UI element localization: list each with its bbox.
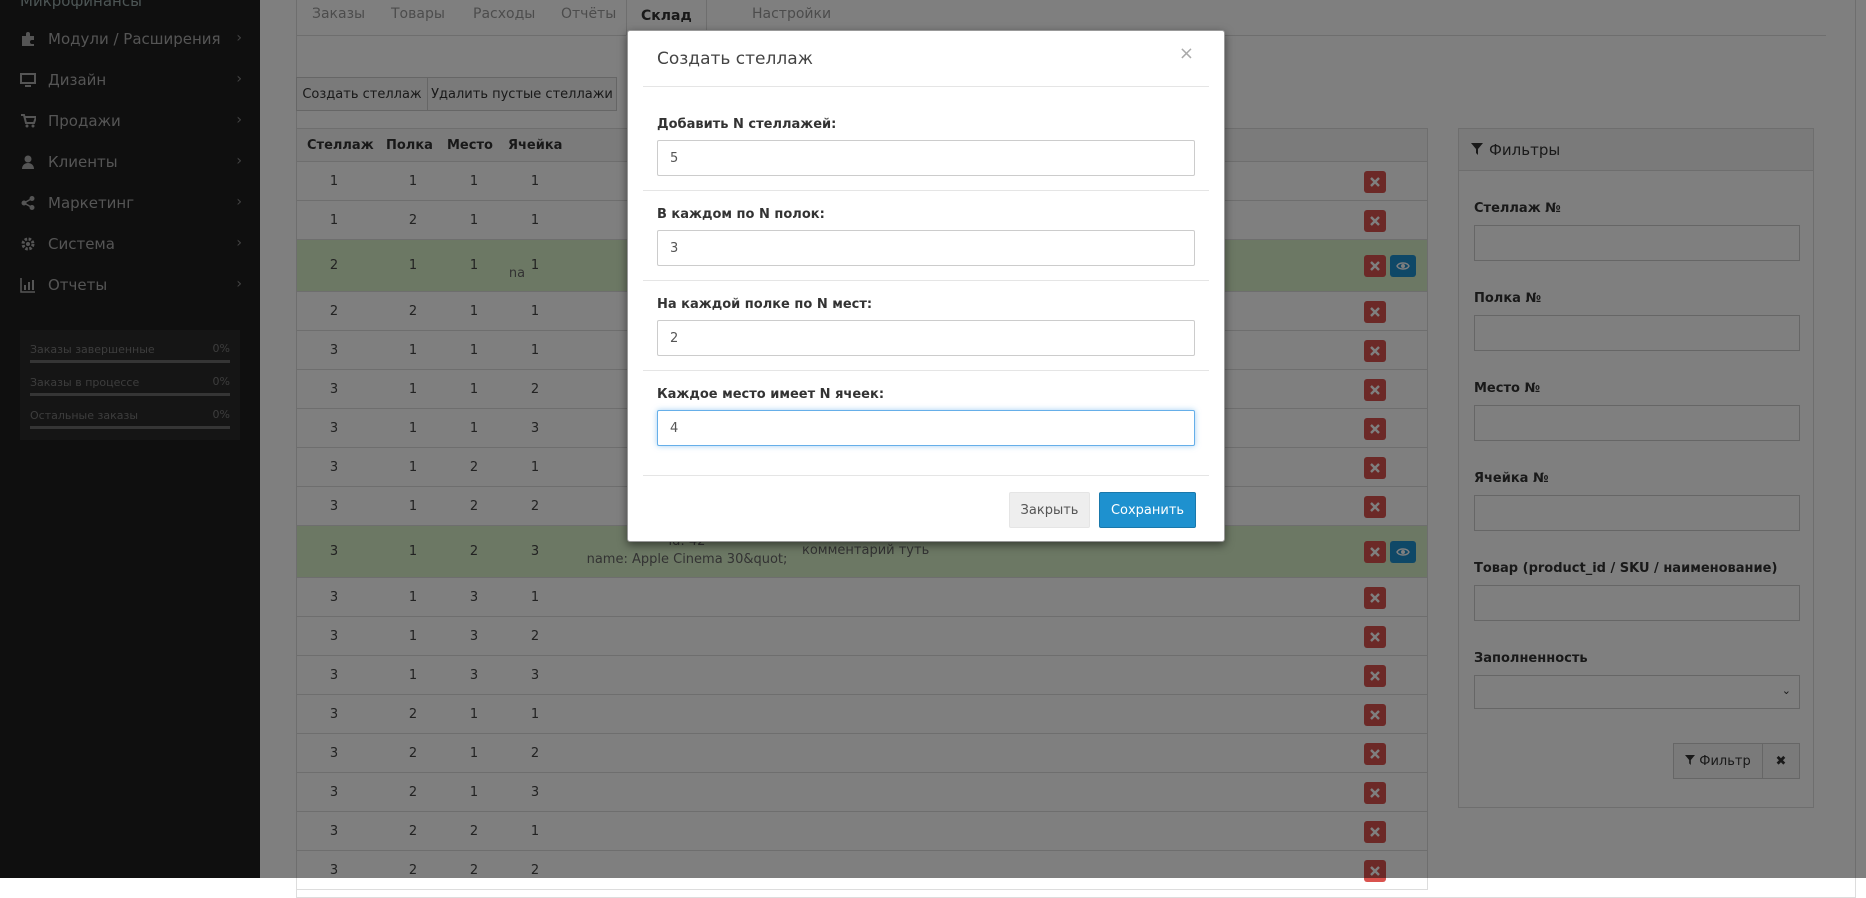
divider <box>643 86 1209 87</box>
modal-title: Создать стеллаж <box>657 49 813 69</box>
close-button[interactable]: Закрыть <box>1009 492 1090 528</box>
racks-count-input[interactable] <box>657 140 1195 176</box>
cells-count-input[interactable] <box>657 410 1195 446</box>
close-icon[interactable]: × <box>1179 43 1194 64</box>
divider <box>643 475 1209 476</box>
shelves-count-input[interactable] <box>657 230 1195 266</box>
divider <box>643 370 1209 371</box>
cells-count-label: Каждое место имеет N ячеек: <box>657 387 885 402</box>
places-count-input[interactable] <box>657 320 1195 356</box>
divider <box>643 280 1209 281</box>
places-count-label: На каждой полке по N мест: <box>657 297 873 312</box>
divider <box>643 190 1209 191</box>
save-button[interactable]: Сохранить <box>1099 492 1196 528</box>
shelves-count-label: В каждом по N полок: <box>657 207 825 222</box>
racks-count-label: Добавить N стеллажей: <box>657 117 837 132</box>
create-rack-modal: Создать стеллаж × Добавить N стеллажей: … <box>627 30 1225 542</box>
